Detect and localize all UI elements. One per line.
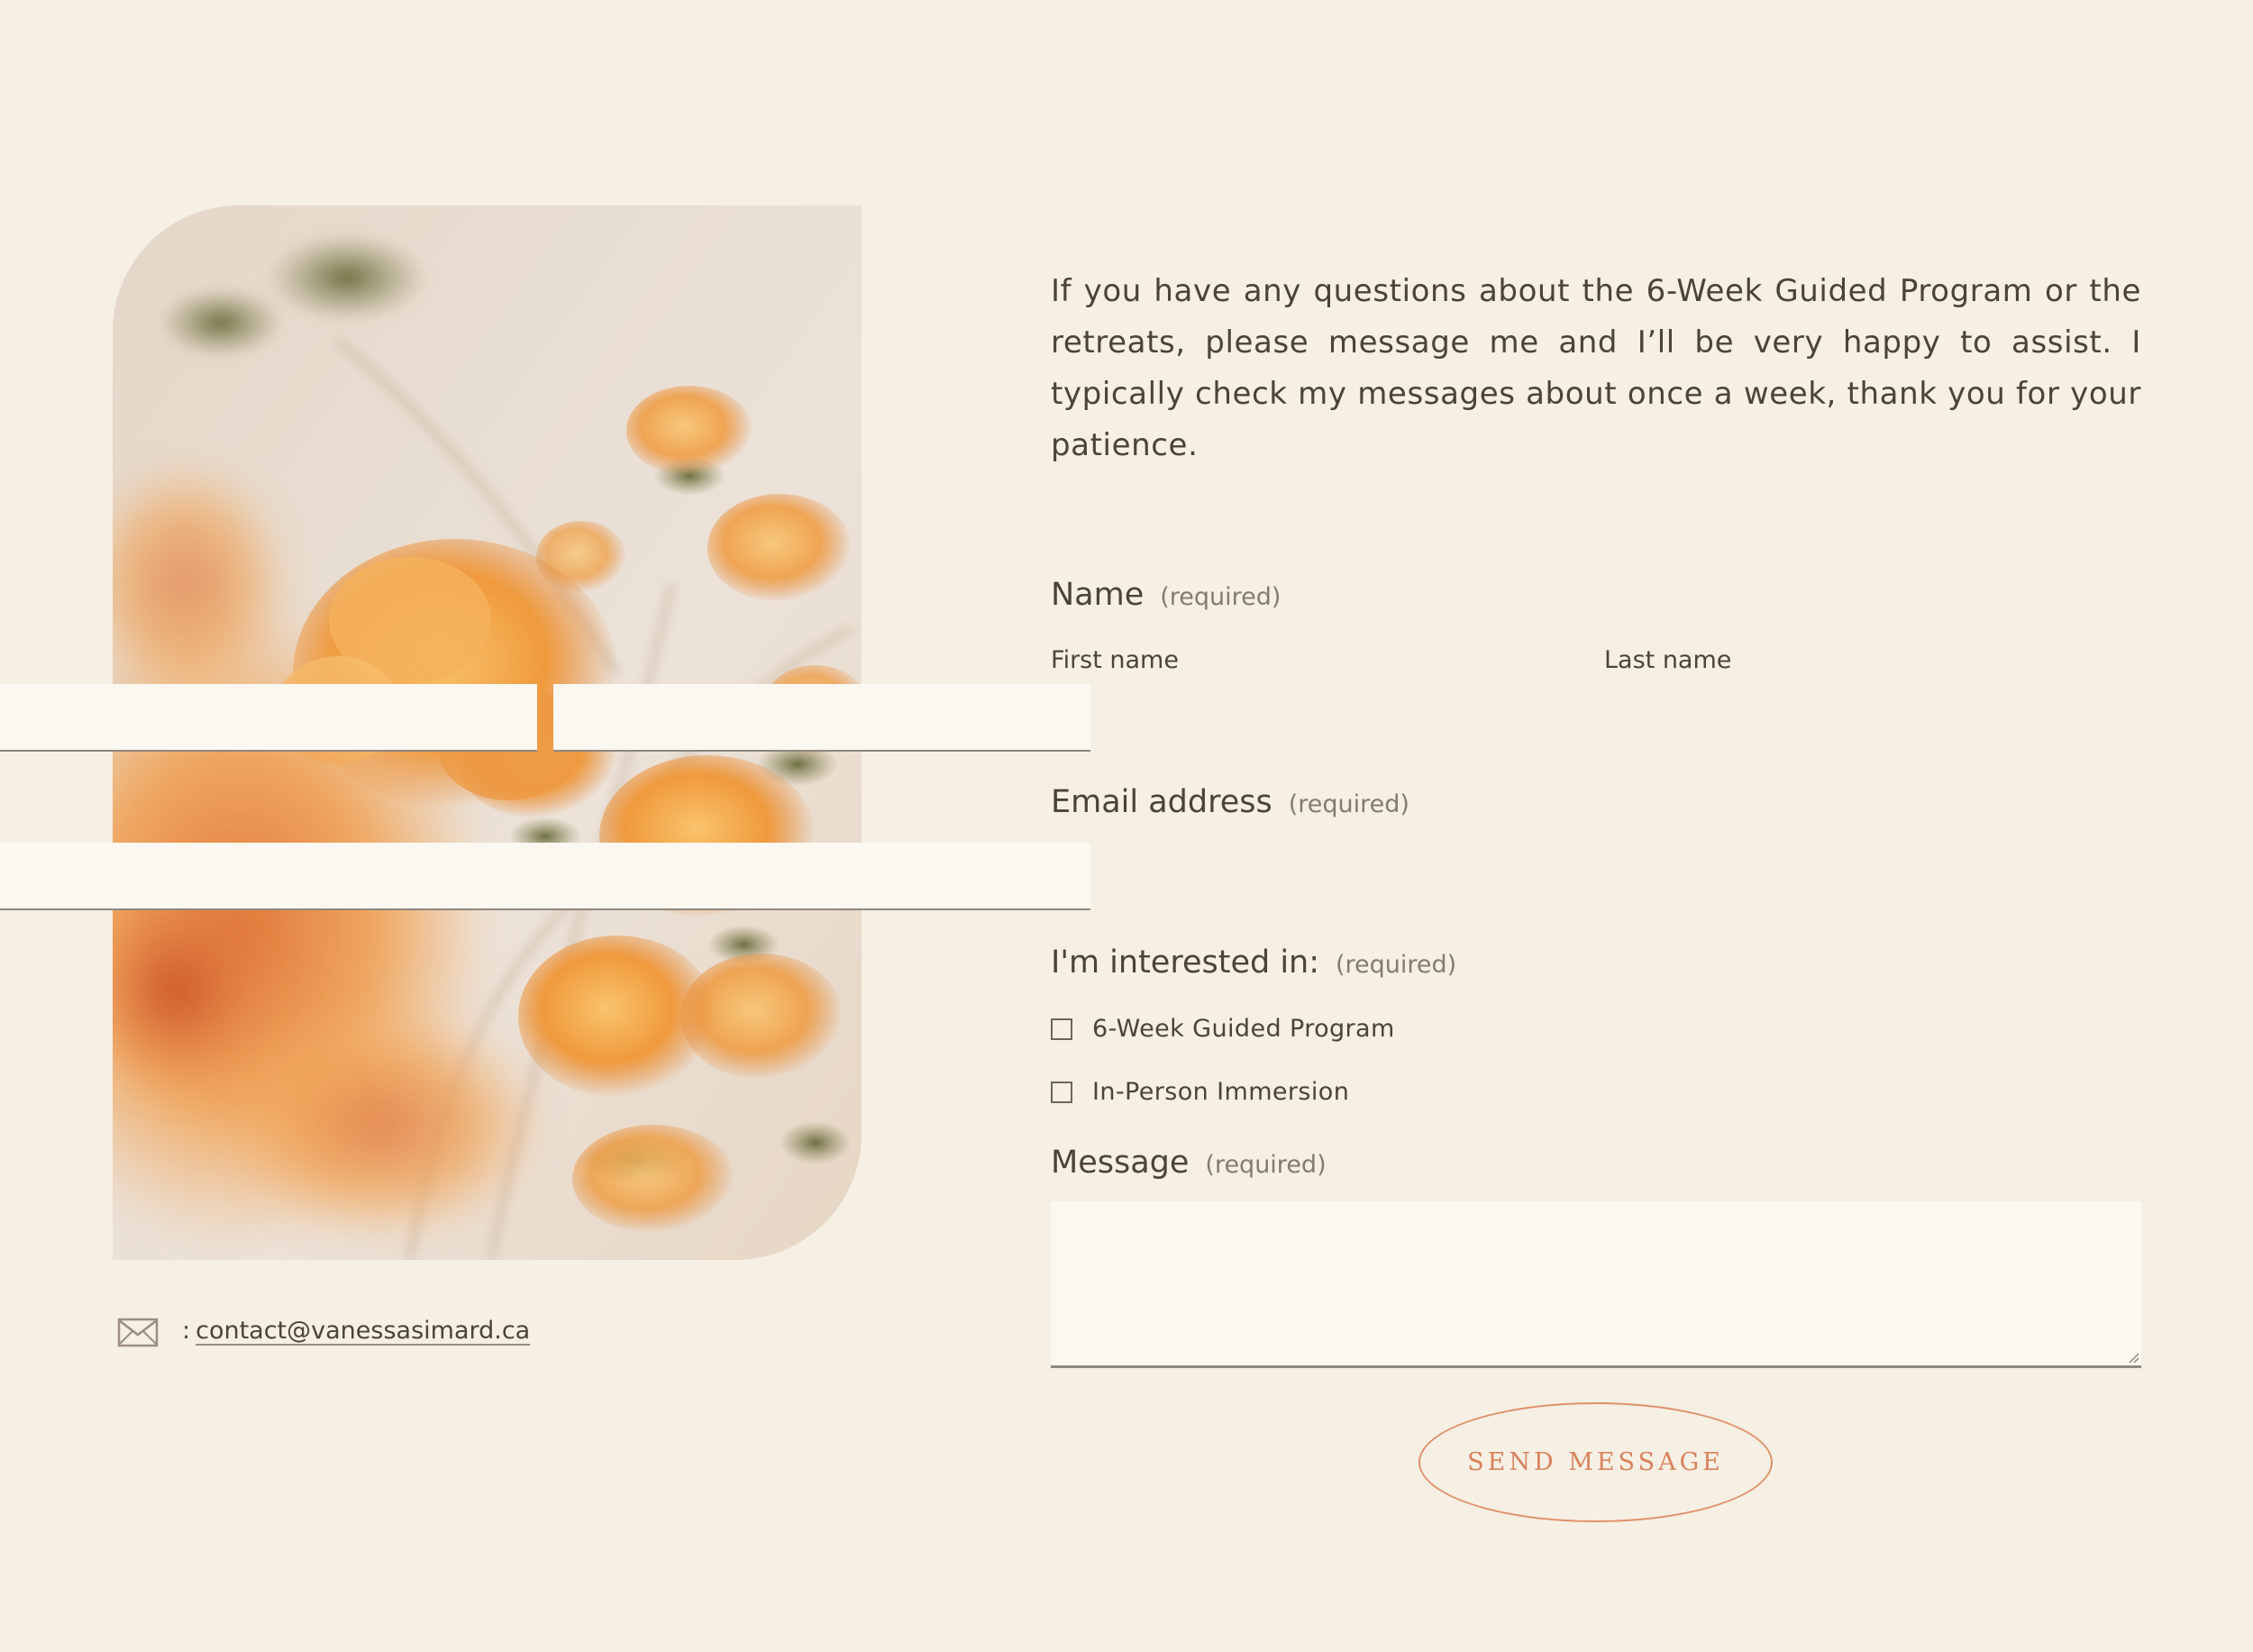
- name-label: Name: [1051, 577, 1145, 613]
- intro-paragraph: If you have any questions about the 6-We…: [1051, 273, 2141, 463]
- interest-group-label: I'm interested in: (required): [1051, 945, 1456, 981]
- message-textarea[interactable]: [1051, 1201, 2141, 1368]
- interest-option-guided-program[interactable]: 6-Week Guided Program: [1051, 1015, 1395, 1043]
- first-name-label: First name: [1051, 646, 1179, 674]
- email-label: Email address: [1051, 784, 1272, 820]
- contact-email-link[interactable]: contact@vanessasimard.ca: [196, 1317, 530, 1345]
- message-required-tag: (required): [1205, 1151, 1327, 1179]
- interest-option-in-person-immersion[interactable]: In-Person Immersion: [1051, 1078, 1349, 1106]
- guided-program-checkbox[interactable]: [1051, 1018, 1072, 1040]
- in-person-immersion-checkbox[interactable]: [1051, 1081, 1072, 1103]
- interest-label: I'm interested in:: [1051, 945, 1320, 981]
- envelope-icon: [117, 1312, 159, 1348]
- name-group-label: Name (required): [1051, 577, 1281, 613]
- last-name-label: Last name: [1604, 646, 1732, 674]
- last-name-input[interactable]: [553, 684, 1090, 752]
- first-name-input[interactable]: [0, 684, 537, 752]
- email-input[interactable]: [0, 843, 1090, 910]
- contact-page: : contact@vanessasimard.ca If you have a…: [0, 0, 2253, 1652]
- in-person-immersion-label[interactable]: In-Person Immersion: [1092, 1078, 1349, 1106]
- contact-email-row: : contact@vanessasimard.ca: [117, 1312, 530, 1348]
- send-message-button[interactable]: SEND MESSAGE: [1418, 1402, 1773, 1522]
- interest-required-tag: (required): [1336, 951, 1457, 979]
- message-label: Message: [1051, 1145, 1190, 1181]
- guided-program-label[interactable]: 6-Week Guided Program: [1092, 1015, 1395, 1043]
- contact-separator: :: [182, 1316, 191, 1345]
- name-required-tag: (required): [1160, 583, 1282, 611]
- message-group-label: Message (required): [1051, 1145, 1327, 1181]
- email-required-tag: (required): [1288, 790, 1409, 818]
- resize-grip-icon[interactable]: [2127, 1351, 2139, 1364]
- email-group-label: Email address (required): [1051, 784, 1409, 820]
